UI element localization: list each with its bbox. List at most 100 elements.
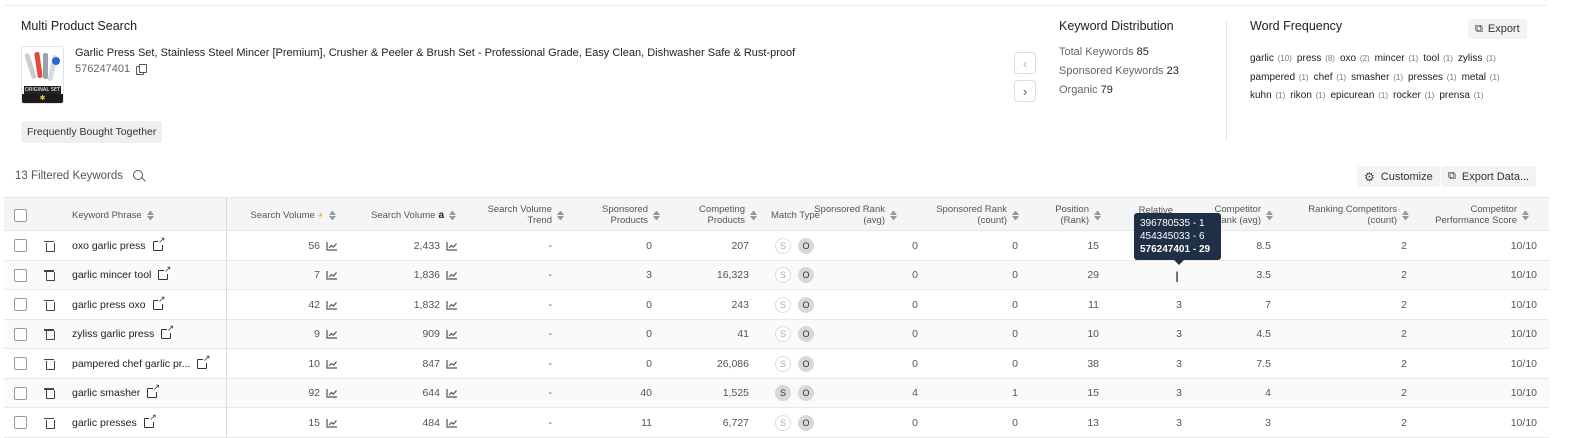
delete-button[interactable] [44, 408, 55, 437]
delete-button[interactable] [44, 290, 55, 319]
word-frequency-item[interactable]: metal (1) [1462, 72, 1500, 83]
trend-chart-icon[interactable] [326, 329, 338, 339]
table-row[interactable]: garlic mincer tool 7 1,836 - 3 16,323 S … [4, 260, 1549, 290]
external-link-icon[interactable] [197, 353, 211, 369]
keyword-link[interactable]: oxo garlic press [72, 240, 146, 252]
keyword-link[interactable]: zyliss garlic press [72, 328, 154, 340]
external-link-icon[interactable] [147, 383, 161, 398]
trend-chart-icon[interactable] [326, 418, 338, 428]
delete-button[interactable] [44, 231, 55, 260]
trend-chart-icon[interactable] [326, 359, 338, 369]
copy-icon[interactable] [136, 64, 148, 75]
trend-chart-icon[interactable] [446, 270, 458, 280]
word-frequency-item[interactable]: pampered (1) [1250, 72, 1309, 83]
export-button[interactable]: ⧉ Export [1468, 19, 1527, 39]
word-frequency-item[interactable]: mincer (1) [1375, 53, 1419, 64]
delete-button[interactable] [44, 349, 55, 378]
row-checkbox[interactable] [14, 416, 27, 429]
col-competitor-performance-score[interactable]: Competitor Performance Score [1435, 198, 1529, 232]
word-frequency-item[interactable]: chef (1) [1314, 72, 1346, 83]
external-link-icon[interactable] [158, 265, 172, 280]
table-row[interactable]: garlic smasher 92 644 - 40 1,525 S O 4 1… [4, 378, 1549, 408]
match-o-badge[interactable]: O [798, 296, 814, 313]
delete-button[interactable] [44, 379, 55, 408]
col-sponsored-rank-count[interactable]: Sponsored Rank (count) [936, 198, 1019, 232]
match-s-badge[interactable]: S [775, 355, 791, 372]
match-o-badge[interactable]: O [798, 326, 814, 342]
trend-chart-icon[interactable] [446, 359, 458, 369]
row-checkbox[interactable] [14, 327, 27, 341]
word-frequency-item[interactable]: prensa (1) [1439, 90, 1483, 101]
keyword-link[interactable]: garlic presses [72, 417, 137, 429]
col-position-rank[interactable]: Position (Rank) [1055, 198, 1101, 232]
external-link-icon[interactable] [161, 324, 175, 339]
trend-chart-icon[interactable] [446, 300, 458, 310]
export-data-button[interactable]: ⧉ Export Data... [1441, 166, 1537, 187]
relative-cell[interactable]: 3 [1164, 320, 1194, 349]
match-s-badge[interactable]: S [775, 385, 791, 401]
word-frequency-item[interactable]: press (8) [1297, 53, 1335, 64]
trend-chart-icon[interactable] [326, 300, 338, 310]
table-row[interactable]: pampered chef garlic pr... 10 847 - 0 26… [4, 349, 1549, 379]
trend-chart-icon[interactable] [446, 388, 458, 398]
delete-button[interactable] [44, 261, 55, 290]
trend-chart-icon[interactable] [446, 241, 458, 251]
external-link-icon[interactable] [143, 412, 157, 428]
row-checkbox[interactable] [14, 357, 27, 370]
delete-button[interactable] [44, 320, 55, 349]
col-ranking-competitors[interactable]: Ranking Competitors (count) [1308, 198, 1409, 232]
row-checkbox[interactable] [14, 386, 27, 400]
word-frequency-item[interactable]: rikon (1) [1290, 90, 1325, 101]
word-frequency-item[interactable]: tool (1) [1423, 53, 1453, 64]
match-s-badge[interactable]: S [775, 267, 791, 283]
trend-chart-icon[interactable] [446, 329, 458, 339]
table-row[interactable]: garlic press oxo 42 1,832 - 0 243 S O 0 … [4, 290, 1549, 320]
col-keyword-phrase[interactable]: Keyword Phrase [72, 198, 154, 232]
relative-cell[interactable]: 3 [1164, 349, 1194, 378]
table-row[interactable]: garlic presses 15 484 - 11 6,727 S O 0 0… [4, 408, 1549, 438]
col-competitor-rank-avg[interactable]: Competitor Rank (avg) [1215, 198, 1273, 232]
row-checkbox[interactable] [14, 239, 27, 252]
trend-chart-icon[interactable] [326, 241, 338, 251]
row-checkbox[interactable] [14, 268, 27, 282]
match-o-badge[interactable]: O [798, 385, 814, 401]
keyword-link[interactable]: garlic smasher [72, 387, 140, 399]
select-all-checkbox[interactable] [14, 209, 27, 222]
word-frequency-item[interactable]: epicurean (1) [1331, 90, 1388, 101]
frequently-bought-together-button[interactable]: Frequently Bought Together [21, 121, 163, 143]
col-search-volume-trend[interactable]: Search Volume Trend [488, 198, 564, 232]
product-thumbnail[interactable]: ORIGINAL SET ✱ [21, 46, 64, 104]
word-frequency-item[interactable]: oxo (2) [1340, 53, 1370, 64]
relative-cell[interactable]: 3 [1164, 379, 1194, 408]
match-s-badge[interactable]: S [775, 237, 791, 254]
word-frequency-item[interactable]: zyliss (1) [1458, 53, 1496, 64]
trend-chart-icon[interactable] [326, 270, 338, 280]
keyword-link[interactable]: garlic press oxo [72, 299, 146, 311]
col-competing-products[interactable]: Competing Products [699, 198, 757, 232]
word-frequency-item[interactable]: smasher (1) [1351, 72, 1403, 83]
next-arrow-button[interactable]: › [1014, 80, 1036, 102]
word-frequency-item[interactable]: kuhn (1) [1250, 90, 1285, 101]
table-row[interactable]: zyliss garlic press 9 909 - 0 41 S O 0 0… [4, 319, 1549, 349]
col-match-type[interactable]: Match Type [771, 198, 820, 232]
word-frequency-item[interactable]: presses (1) [1408, 72, 1457, 83]
trend-chart-icon[interactable] [446, 418, 458, 428]
keyword-link[interactable]: garlic mincer tool [72, 269, 151, 281]
relative-cell[interactable]: 3 [1164, 408, 1194, 437]
match-o-badge[interactable]: O [798, 267, 814, 283]
match-s-badge[interactable]: S [775, 326, 791, 342]
match-o-badge[interactable]: O [798, 355, 814, 372]
col-search-volume-1[interactable]: Search Volume ☀ [250, 198, 336, 232]
keyword-link[interactable]: pampered chef garlic pr... [72, 358, 190, 370]
match-o-badge[interactable]: O [798, 237, 814, 254]
table-row[interactable]: oxo garlic press 56 2,433 - 0 207 S O 0 … [4, 231, 1549, 261]
external-link-icon[interactable] [152, 294, 166, 310]
external-link-icon[interactable] [152, 235, 166, 251]
col-search-volume-2[interactable]: Search Volume a [371, 198, 456, 232]
col-sponsored-products[interactable]: Sponsored Products [602, 198, 660, 232]
customize-button[interactable]: ⚙ Customize [1357, 166, 1440, 187]
word-frequency-item[interactable]: rocker (1) [1393, 90, 1434, 101]
col-sponsored-rank-avg[interactable]: Sponsored Rank (avg) [814, 198, 897, 232]
word-frequency-item[interactable]: garlic (10) [1250, 53, 1292, 64]
match-s-badge[interactable]: S [775, 296, 791, 313]
